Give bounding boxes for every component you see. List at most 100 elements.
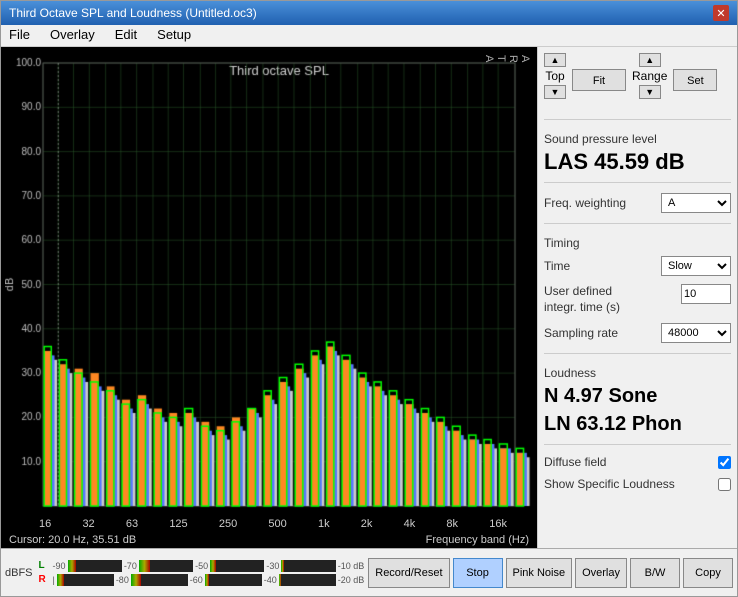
tick-r-m20: -40 [264,575,277,585]
level-meters: L -90 -70 -50 -30 [39,560,365,586]
chart-info-row: Cursor: 20.0 Hz, 35.51 dB Frequency band… [1,532,537,548]
meter-l-fill [68,560,76,572]
divider-3 [544,223,731,224]
fit-button[interactable]: Fit [572,69,626,91]
main-content: ARTA 16 32 63 125 250 500 1k 2k 4k 8k 16… [1,47,737,548]
top-spin-group: ▲ Top ▼ [544,53,566,107]
diffuse-field-checkbox[interactable] [718,456,731,469]
set-button[interactable]: Set [673,69,717,91]
x-tick-500: 500 [268,518,286,530]
divider-4 [544,353,731,354]
tick-r-m40: -60 [190,575,203,585]
meter-r-fill2 [131,574,141,586]
x-axis-label: Frequency band (Hz) [426,534,529,546]
diffuse-field-label: Diffuse field [544,455,606,469]
range-up-button[interactable]: ▲ [639,53,661,67]
stop-button[interactable]: Stop [453,558,503,588]
x-tick-16: 16 [39,518,51,530]
x-tick-125: 125 [169,518,187,530]
bottom-bar: dBFS L -90 -70 -50 -30 [1,548,737,596]
range-down-button[interactable]: ▼ [639,85,661,99]
time-row: Time Fast Slow Impulse [544,256,731,276]
range-label: Range [632,69,667,83]
x-tick-8k: 8k [446,518,458,530]
arta-watermark: ARTA [483,55,531,65]
loudness-label: Loudness [544,366,731,380]
menu-setup[interactable]: Setup [153,27,195,44]
time-select[interactable]: Fast Slow Impulse [661,256,731,276]
window-title: Third Octave SPL and Loudness (Untitled.… [9,6,257,20]
top-up-button[interactable]: ▲ [544,53,566,67]
title-bar: Third Octave SPL and Loudness (Untitled.… [1,1,737,25]
record-reset-button[interactable]: Record/Reset [368,558,449,588]
tick-r-m60: -80 [116,575,129,585]
diffuse-field-row: Diffuse field [544,455,731,469]
meter-r-track [57,574,114,586]
tick-m70: -70 [124,561,137,571]
x-tick-2k: 2k [361,518,373,530]
x-tick-32: 32 [82,518,94,530]
freq-weighting-label: Freq. weighting [544,196,626,210]
user-time-input[interactable] [681,284,731,304]
x-tick-63: 63 [126,518,138,530]
tick-m10: -10 dB [338,561,365,571]
timing-label: Timing [544,236,731,250]
tick-r-db: -20 dB [338,575,365,585]
sampling-rate-label: Sampling rate [544,326,618,340]
meter-row-l: L -90 -70 -50 -30 [39,560,365,572]
top-controls: ▲ Top ▼ Fit ▲ Range ▼ Set [544,53,731,107]
spl-section-label: Sound pressure level [544,132,731,146]
bottom-buttons: Record/Reset Stop Pink Noise Overlay B/W… [368,558,733,588]
close-button[interactable]: ✕ [713,5,729,21]
meter-r-fill [57,574,64,586]
spl-value: LAS 45.59 dB [544,150,731,174]
meter-l-track [68,560,122,572]
meter-l-channel: L [39,560,51,571]
x-tick-1k: 1k [318,518,330,530]
loudness-n-value: N 4.97 Sone [544,384,731,408]
chart-area: ARTA 16 32 63 125 250 500 1k 2k 4k 8k 16… [1,47,537,548]
meter-row-r: R | -80 -60 -40 [39,574,365,586]
show-specific-checkbox[interactable] [718,478,731,491]
divider-5 [544,444,731,445]
sampling-rate-row: Sampling rate 44100 48000 96000 [544,323,731,343]
freq-weighting-row: Freq. weighting A B C Z [544,193,731,213]
menu-overlay[interactable]: Overlay [46,27,99,44]
pink-noise-button[interactable]: Pink Noise [506,558,573,588]
x-tick-250: 250 [219,518,237,530]
bw-button[interactable]: B/W [630,558,680,588]
cursor-info: Cursor: 20.0 Hz, 35.51 dB [9,534,136,546]
meter-l-track2 [139,560,193,572]
right-panel: ▲ Top ▼ Fit ▲ Range ▼ Set [537,47,737,548]
sampling-rate-select[interactable]: 44100 48000 96000 [661,323,731,343]
meter-l-fill4 [281,560,284,572]
tick-m90: -90 [53,561,66,571]
range-spin-group: ▲ Range ▼ [632,53,667,107]
meter-l-fill2 [139,560,150,572]
freq-weighting-select[interactable]: A B C Z [661,193,731,213]
spl-chart [5,51,533,516]
user-time-row: User defined integr. time (s) [544,284,731,315]
top-down-button[interactable]: ▼ [544,85,566,99]
time-label: Time [544,259,570,273]
meter-r-fill3 [205,574,210,586]
chart-container: ARTA [5,51,533,516]
divider-2 [544,182,731,183]
meter-l-fill3 [210,560,215,572]
dbfs-label: dBFS [5,567,33,579]
copy-button[interactable]: Copy [683,558,733,588]
tick-r-m80: | [53,575,55,585]
loudness-ln-value: LN 63.12 Phon [544,412,731,436]
meter-r-track4 [279,574,336,586]
fit-group: Fit [572,53,626,107]
menu-file[interactable]: File [5,27,34,44]
meter-r-fill4 [279,574,281,586]
overlay-button[interactable]: Overlay [575,558,627,588]
main-window: Third Octave SPL and Loudness (Untitled.… [0,0,738,597]
x-axis-labels: 16 32 63 125 250 500 1k 2k 4k 8k 16k [1,516,537,532]
menu-edit[interactable]: Edit [111,27,141,44]
user-time-label: User defined integr. time (s) [544,284,644,315]
meter-r-track2 [131,574,188,586]
show-specific-row: Show Specific Loudness [544,477,731,491]
meter-l-track3 [210,560,264,572]
